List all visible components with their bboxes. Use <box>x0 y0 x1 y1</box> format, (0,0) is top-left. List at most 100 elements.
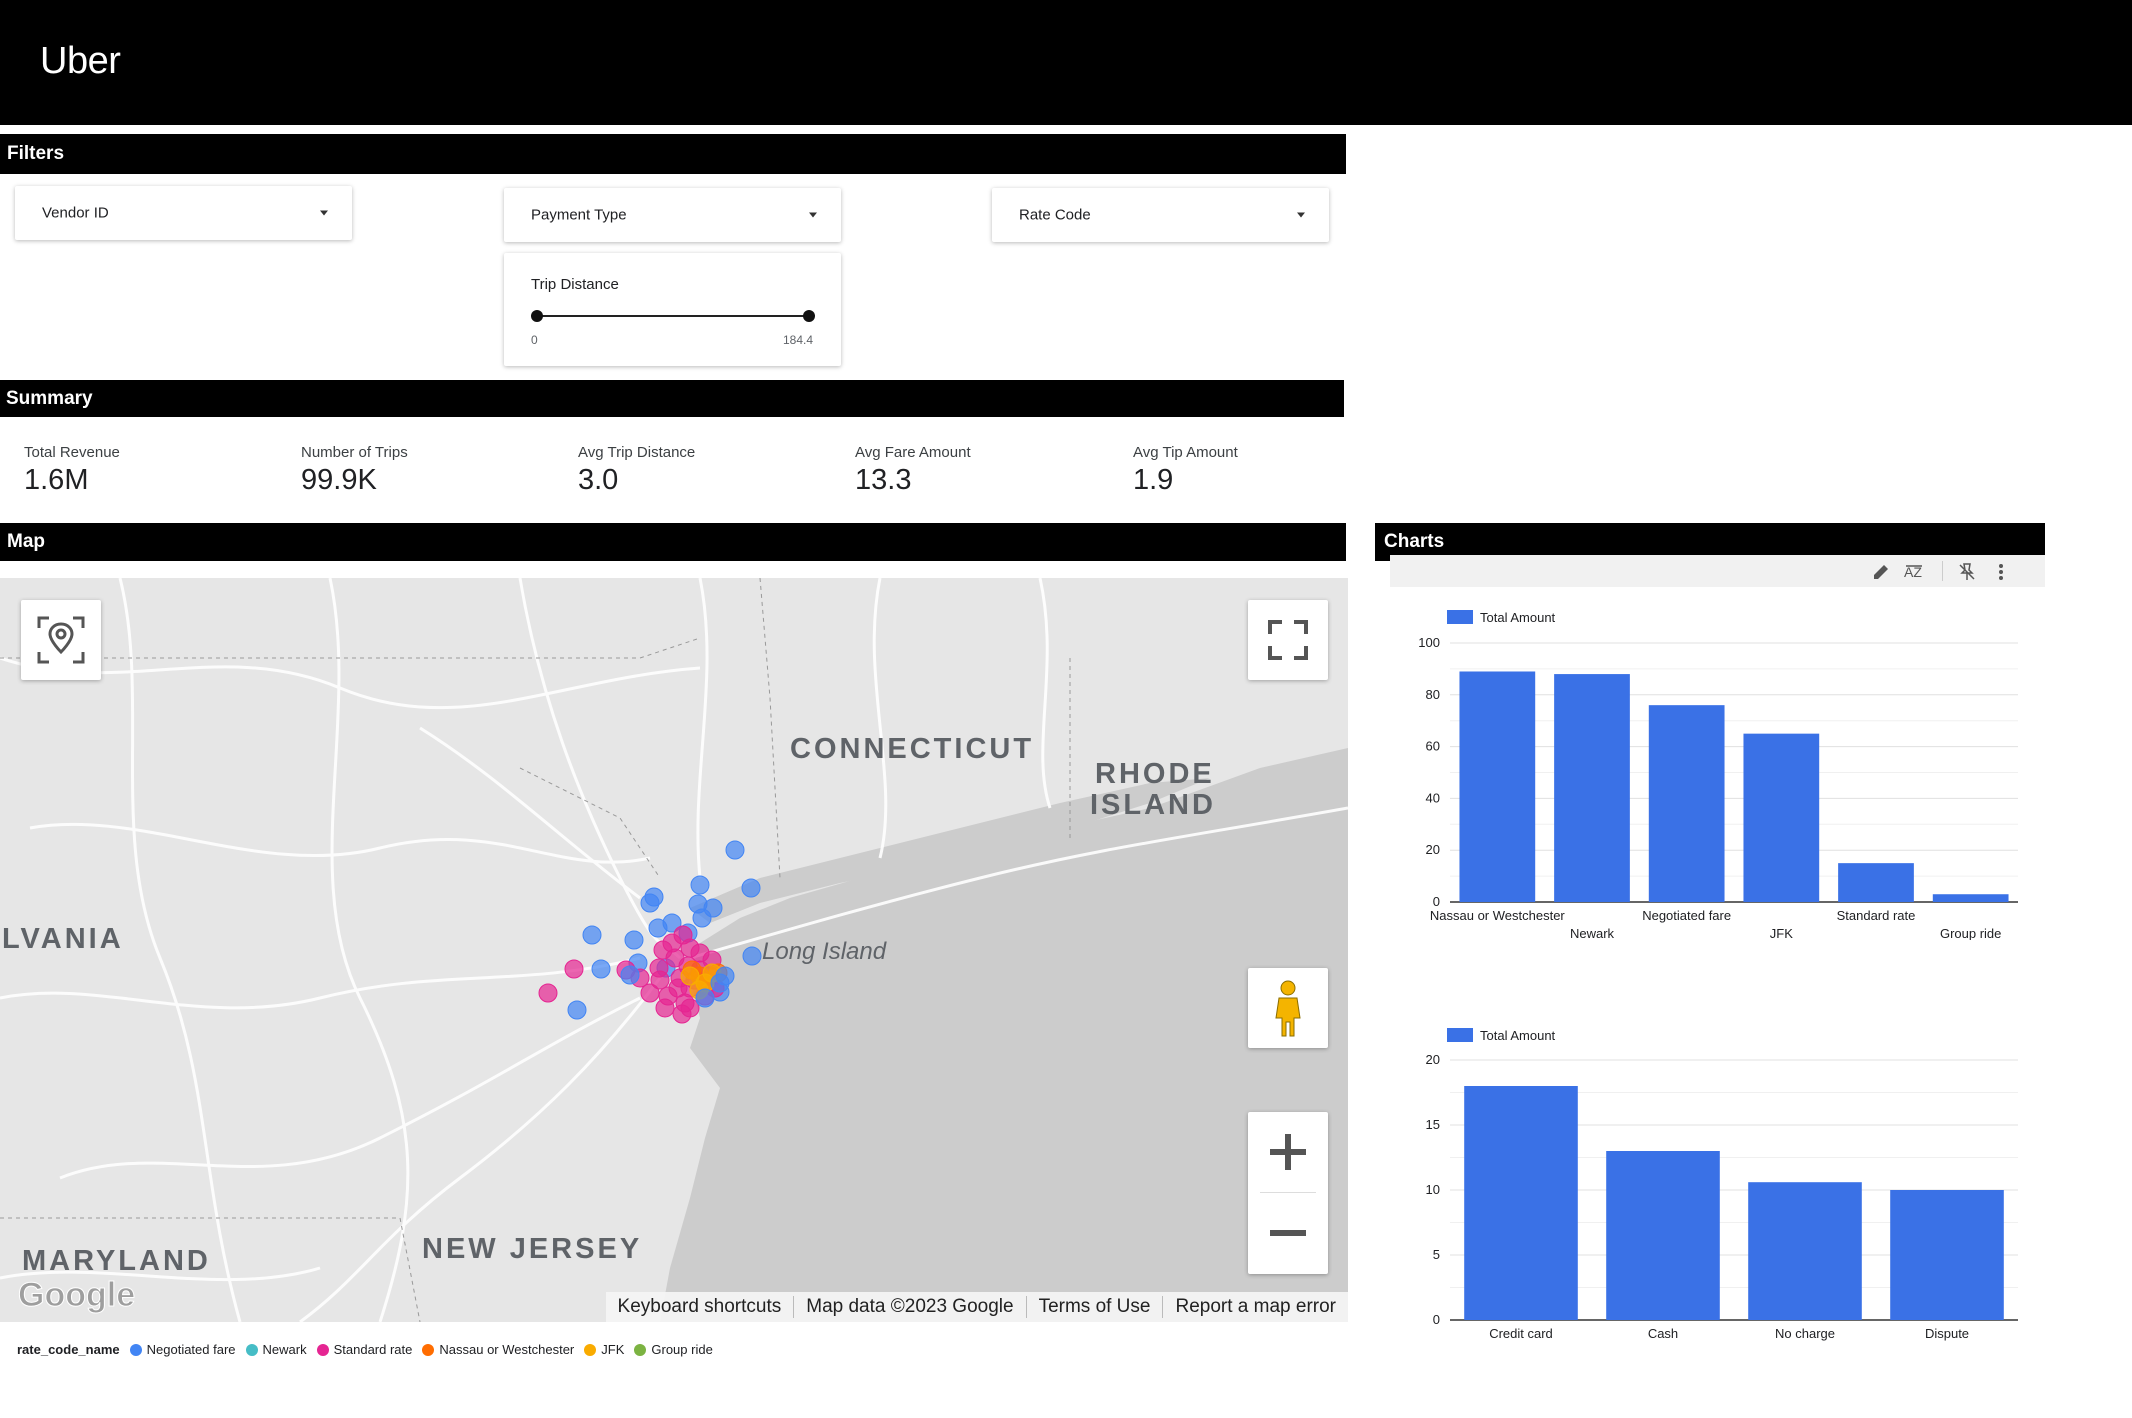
y-tick-label: 60 <box>1426 739 1440 754</box>
bar[interactable] <box>1890 1190 2004 1320</box>
slider-max-value: 184.4 <box>783 333 814 347</box>
legend-dot <box>634 1343 647 1356</box>
payment-type-label: Payment Type <box>531 206 627 224</box>
legend-item[interactable]: JFK <box>584 1342 624 1357</box>
trip-point[interactable] <box>690 875 710 895</box>
rate-code-dropdown[interactable]: Rate Code <box>992 188 1329 242</box>
legend-label: Standard rate <box>333 1342 413 1357</box>
y-tick-label: 0 <box>1433 894 1440 909</box>
bar[interactable] <box>1743 733 1820 902</box>
vendor-id-dropdown[interactable]: Vendor ID <box>15 186 352 240</box>
trip-point[interactable] <box>591 959 611 979</box>
chart-legend: Total Amount <box>1447 1028 1556 1043</box>
y-tick-label: 80 <box>1426 687 1440 702</box>
legend-dot <box>584 1343 597 1356</box>
zoom-control <box>1248 1112 1328 1274</box>
x-tick-label: JFK <box>1770 926 1793 940</box>
total-revenue-value: 1.6M <box>24 464 89 496</box>
trip-point[interactable] <box>582 925 602 945</box>
long-island-label: Long Island <box>762 938 887 965</box>
number-of-trips-label: Number of Trips <box>301 444 408 461</box>
legend-label: Total Amount <box>1480 610 1556 625</box>
trip-point[interactable] <box>653 940 673 960</box>
bar[interactable] <box>1464 1086 1578 1320</box>
slider-handle-max[interactable] <box>803 310 815 322</box>
trip-point[interactable] <box>624 930 644 950</box>
x-tick-label: Standard rate <box>1837 908 1916 923</box>
total-revenue-label: Total Revenue <box>24 444 120 461</box>
trip-point[interactable] <box>715 966 735 986</box>
legend-item[interactable]: Negotiated fare <box>129 1342 236 1357</box>
legend-swatch <box>1447 610 1473 624</box>
terms-of-use-link[interactable]: Terms of Use <box>1025 1296 1163 1318</box>
trip-point[interactable] <box>655 998 675 1018</box>
trip-point[interactable] <box>567 1000 587 1020</box>
trip-point[interactable] <box>742 946 762 966</box>
report-map-error-link[interactable]: Report a map error <box>1162 1296 1348 1318</box>
trip-point[interactable] <box>538 983 558 1003</box>
trip-point[interactable] <box>725 840 745 860</box>
bar[interactable] <box>1648 705 1725 902</box>
fullscreen-button[interactable] <box>1248 600 1328 680</box>
y-tick-label: 20 <box>1426 842 1440 857</box>
summary-header: Summary <box>0 380 1344 417</box>
trip-point[interactable] <box>620 965 640 985</box>
rhode-label: RHODE <box>1095 758 1215 790</box>
google-logo: Google <box>18 1276 135 1314</box>
legend-item[interactable]: Group ride <box>634 1342 713 1357</box>
more-vert-icon[interactable] <box>1990 561 2012 583</box>
trip-point[interactable] <box>649 958 669 978</box>
filters-header: Filters <box>0 134 1346 174</box>
trip-point[interactable] <box>673 925 693 945</box>
edit-icon[interactable] <box>1870 561 1892 583</box>
slider-track[interactable] <box>536 315 808 317</box>
trip-point[interactable] <box>680 966 700 986</box>
trip-point[interactable] <box>564 959 584 979</box>
trip-point[interactable] <box>741 878 761 898</box>
legend-label: Group ride <box>651 1342 713 1357</box>
map-legend: rate_code_name Negotiated fare Newark St… <box>17 1342 723 1357</box>
sort-az-icon[interactable]: AZ <box>1902 561 1928 583</box>
map-view[interactable]: CONNECTICUT RHODE ISLAND LVANIA MARYLAND… <box>0 578 1348 1322</box>
legend-item[interactable]: Standard rate <box>316 1342 413 1357</box>
chart-toolbar: AZ <box>1390 555 2045 587</box>
locate-button[interactable] <box>21 600 101 680</box>
avg-trip-distance-label: Avg Trip Distance <box>578 444 696 461</box>
trip-point[interactable] <box>692 908 712 928</box>
bar[interactable] <box>1606 1151 1720 1320</box>
zoom-in-button[interactable] <box>1248 1112 1328 1192</box>
trip-distance-label: Trip Distance <box>531 276 619 293</box>
legend-dot <box>422 1343 435 1356</box>
bar[interactable] <box>1838 863 1914 902</box>
bar[interactable] <box>1748 1182 1862 1320</box>
zoom-out-button[interactable] <box>1248 1193 1328 1273</box>
bar[interactable] <box>1459 671 1536 902</box>
legend-item[interactable]: Nassau or Westchester <box>422 1342 574 1357</box>
y-tick-label: 100 <box>1418 635 1440 650</box>
payment-type-dropdown[interactable]: Payment Type <box>504 188 841 242</box>
top-bar: Uber <box>0 0 2132 125</box>
uber-logo: Uber <box>40 40 121 82</box>
bar[interactable] <box>1932 894 2009 902</box>
legend-label: Nassau or Westchester <box>439 1342 575 1357</box>
trip-point[interactable] <box>640 893 660 913</box>
chevron-down-icon <box>809 212 817 218</box>
legend-label: Newark <box>262 1342 307 1357</box>
map-canvas[interactable]: CONNECTICUT RHODE ISLAND LVANIA MARYLAND… <box>0 578 1348 1322</box>
pegman-button[interactable] <box>1248 968 1328 1048</box>
pin-off-icon[interactable] <box>1956 561 1978 583</box>
x-tick-label: Cash <box>1648 1326 1678 1341</box>
keyboard-shortcuts-link[interactable]: Keyboard shortcuts <box>606 1296 794 1318</box>
trip-point[interactable] <box>695 988 715 1008</box>
legend-dot <box>316 1343 329 1356</box>
map-data-text: Map data ©2023 Google <box>793 1296 1025 1318</box>
legend-item[interactable]: Newark <box>245 1342 307 1357</box>
locate-icon <box>37 616 85 664</box>
trip-point[interactable] <box>690 943 710 963</box>
x-tick-label: No charge <box>1775 1326 1835 1341</box>
y-tick-label: 15 <box>1426 1117 1440 1132</box>
slider-handle-min[interactable] <box>531 310 543 322</box>
new-jersey-label: NEW JERSEY <box>422 1233 642 1265</box>
zoom-out-icon <box>1270 1230 1306 1236</box>
bar[interactable] <box>1554 674 1630 902</box>
